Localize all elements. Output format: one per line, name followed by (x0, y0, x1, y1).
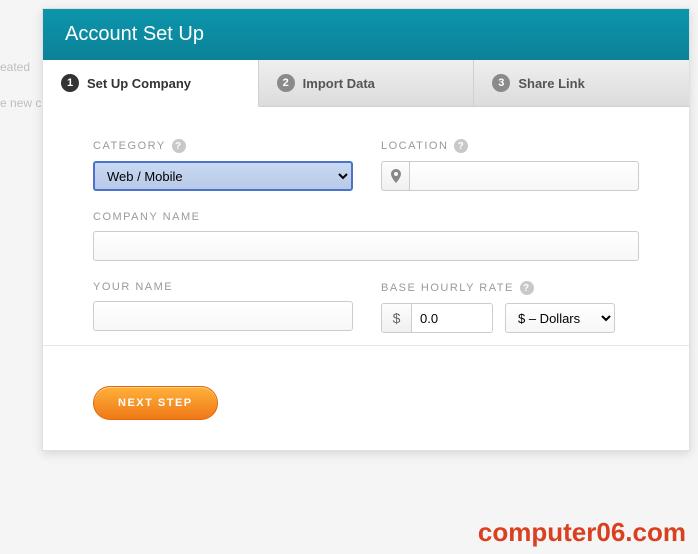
tab-import-data[interactable]: 2 Import Data (259, 60, 475, 106)
pin-icon (381, 161, 409, 191)
watermark: computer06.com (478, 517, 686, 548)
label-your-name: YOUR NAME (93, 281, 353, 293)
category-select[interactable]: Web / Mobile (93, 161, 353, 191)
tab-label: Share Link (518, 76, 584, 91)
help-icon[interactable]: ? (520, 281, 534, 295)
next-step-button[interactable]: NEXT STEP (93, 386, 218, 420)
wizard-tabs: 1 Set Up Company 2 Import Data 3 Share L… (43, 60, 689, 107)
tab-label: Set Up Company (87, 76, 191, 91)
divider (43, 345, 689, 346)
help-icon[interactable]: ? (172, 139, 186, 153)
step-number-1: 1 (61, 74, 79, 92)
hourly-rate-input[interactable] (412, 304, 492, 332)
step-number-2: 2 (277, 74, 295, 92)
your-name-input[interactable] (93, 301, 353, 331)
label-base-hourly-rate: BASE HOURLY RATE ? (381, 281, 639, 295)
label-location: LOCATION ? (381, 139, 639, 153)
help-icon[interactable]: ? (454, 139, 468, 153)
tab-share-link[interactable]: 3 Share Link (474, 60, 689, 106)
step-number-3: 3 (492, 74, 510, 92)
company-name-input[interactable] (93, 231, 639, 261)
tab-set-up-company[interactable]: 1 Set Up Company (43, 60, 259, 107)
account-setup-modal: Account Set Up 1 Set Up Company 2 Import… (42, 8, 690, 451)
modal-title: Account Set Up (43, 9, 689, 60)
bg-text-1: eated (0, 60, 30, 74)
currency-symbol: $ (382, 304, 412, 332)
label-category: CATEGORY ? (93, 139, 353, 153)
modal-footer: NEXT STEP (43, 366, 689, 450)
form-area: CATEGORY ? Web / Mobile LOCATION ? (43, 107, 689, 366)
label-company-name: COMPANY NAME (93, 211, 639, 223)
rate-input-group: $ (381, 303, 493, 333)
bg-text-2: e new c (0, 96, 41, 110)
currency-select[interactable]: $ – Dollars (505, 303, 615, 333)
location-input[interactable] (409, 161, 639, 191)
tab-label: Import Data (303, 76, 375, 91)
